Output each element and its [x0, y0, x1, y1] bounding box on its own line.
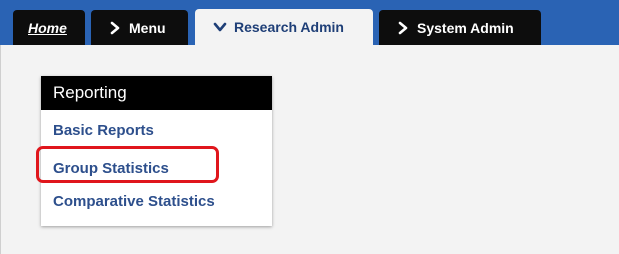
tab-bar: Home Menu Research Admin System Admin [0, 0, 619, 45]
highlight-box [36, 146, 219, 183]
tab-research-admin-label: Research Admin [234, 19, 344, 35]
chevron-right-icon [110, 21, 120, 34]
basic-reports-link[interactable]: Basic Reports [53, 122, 154, 139]
tab-system-admin[interactable]: System Admin [379, 10, 541, 45]
chevron-down-icon [213, 22, 227, 32]
chevron-right-icon [398, 21, 408, 34]
tab-research-admin[interactable]: Research Admin [195, 9, 373, 45]
panel-title: Reporting [41, 76, 272, 110]
tab-home[interactable]: Home [13, 10, 85, 45]
tab-menu[interactable]: Menu [91, 10, 188, 45]
tab-home-label: Home [28, 19, 67, 36]
tab-menu-label: Menu [129, 19, 166, 36]
comparative-statistics-link[interactable]: Comparative Statistics [53, 193, 215, 210]
tab-system-admin-label: System Admin [417, 19, 514, 36]
